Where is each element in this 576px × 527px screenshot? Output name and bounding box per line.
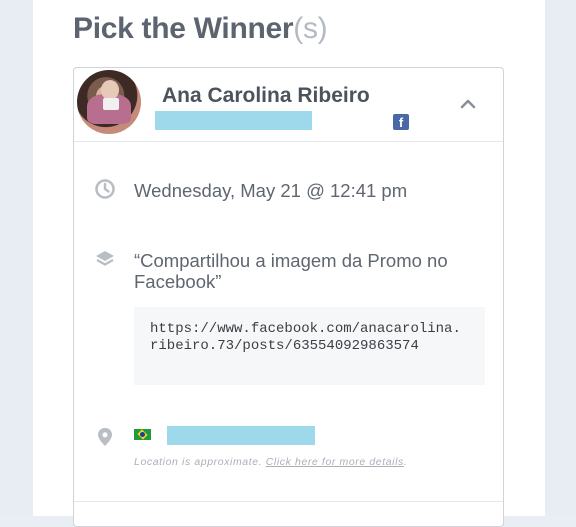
location-note-end: . <box>403 456 408 468</box>
layers-icon <box>96 251 114 266</box>
location-details-link[interactable]: Click here for more details <box>266 456 404 468</box>
winner-name: Ana Carolina Ribeiro <box>162 84 370 107</box>
avatar-face <box>101 80 119 100</box>
clock-icon <box>95 179 115 199</box>
winner-panel: Pick the Winner(s) Ana Carolina Ribeiro … <box>33 0 545 527</box>
page-background-left <box>0 0 33 516</box>
redacted-location <box>167 426 315 445</box>
redacted-handle <box>155 111 312 130</box>
page-title: Pick the Winner(s) <box>73 12 328 46</box>
location-note-text: Location is approximate. <box>134 456 266 468</box>
winner-card: Ana Carolina Ribeiro f Wednesday, May 21… <box>73 67 504 527</box>
avatar <box>77 70 141 134</box>
entry-action: “Compartilhou a imagem da Promo no Faceb… <box>134 250 448 292</box>
location-note: Location is approximate. Click here for … <box>134 456 407 468</box>
entry-datetime: Wednesday, May 21 @ 12:41 pm <box>134 180 408 201</box>
chevron-up-icon[interactable] <box>458 94 478 114</box>
avatar-device <box>103 98 119 110</box>
page-background-right <box>545 0 576 516</box>
card-divider <box>74 501 503 502</box>
entry-url[interactable]: https://www.facebook.com/anacarolina.rib… <box>134 307 485 385</box>
brazil-flag <box>134 429 151 440</box>
title-main: Pick the Winner <box>73 12 294 45</box>
title-suffix: (s) <box>293 12 328 45</box>
winner-card-header[interactable]: Ana Carolina Ribeiro f <box>74 68 503 142</box>
facebook-icon[interactable]: f <box>393 114 409 130</box>
map-pin-icon <box>98 428 112 446</box>
